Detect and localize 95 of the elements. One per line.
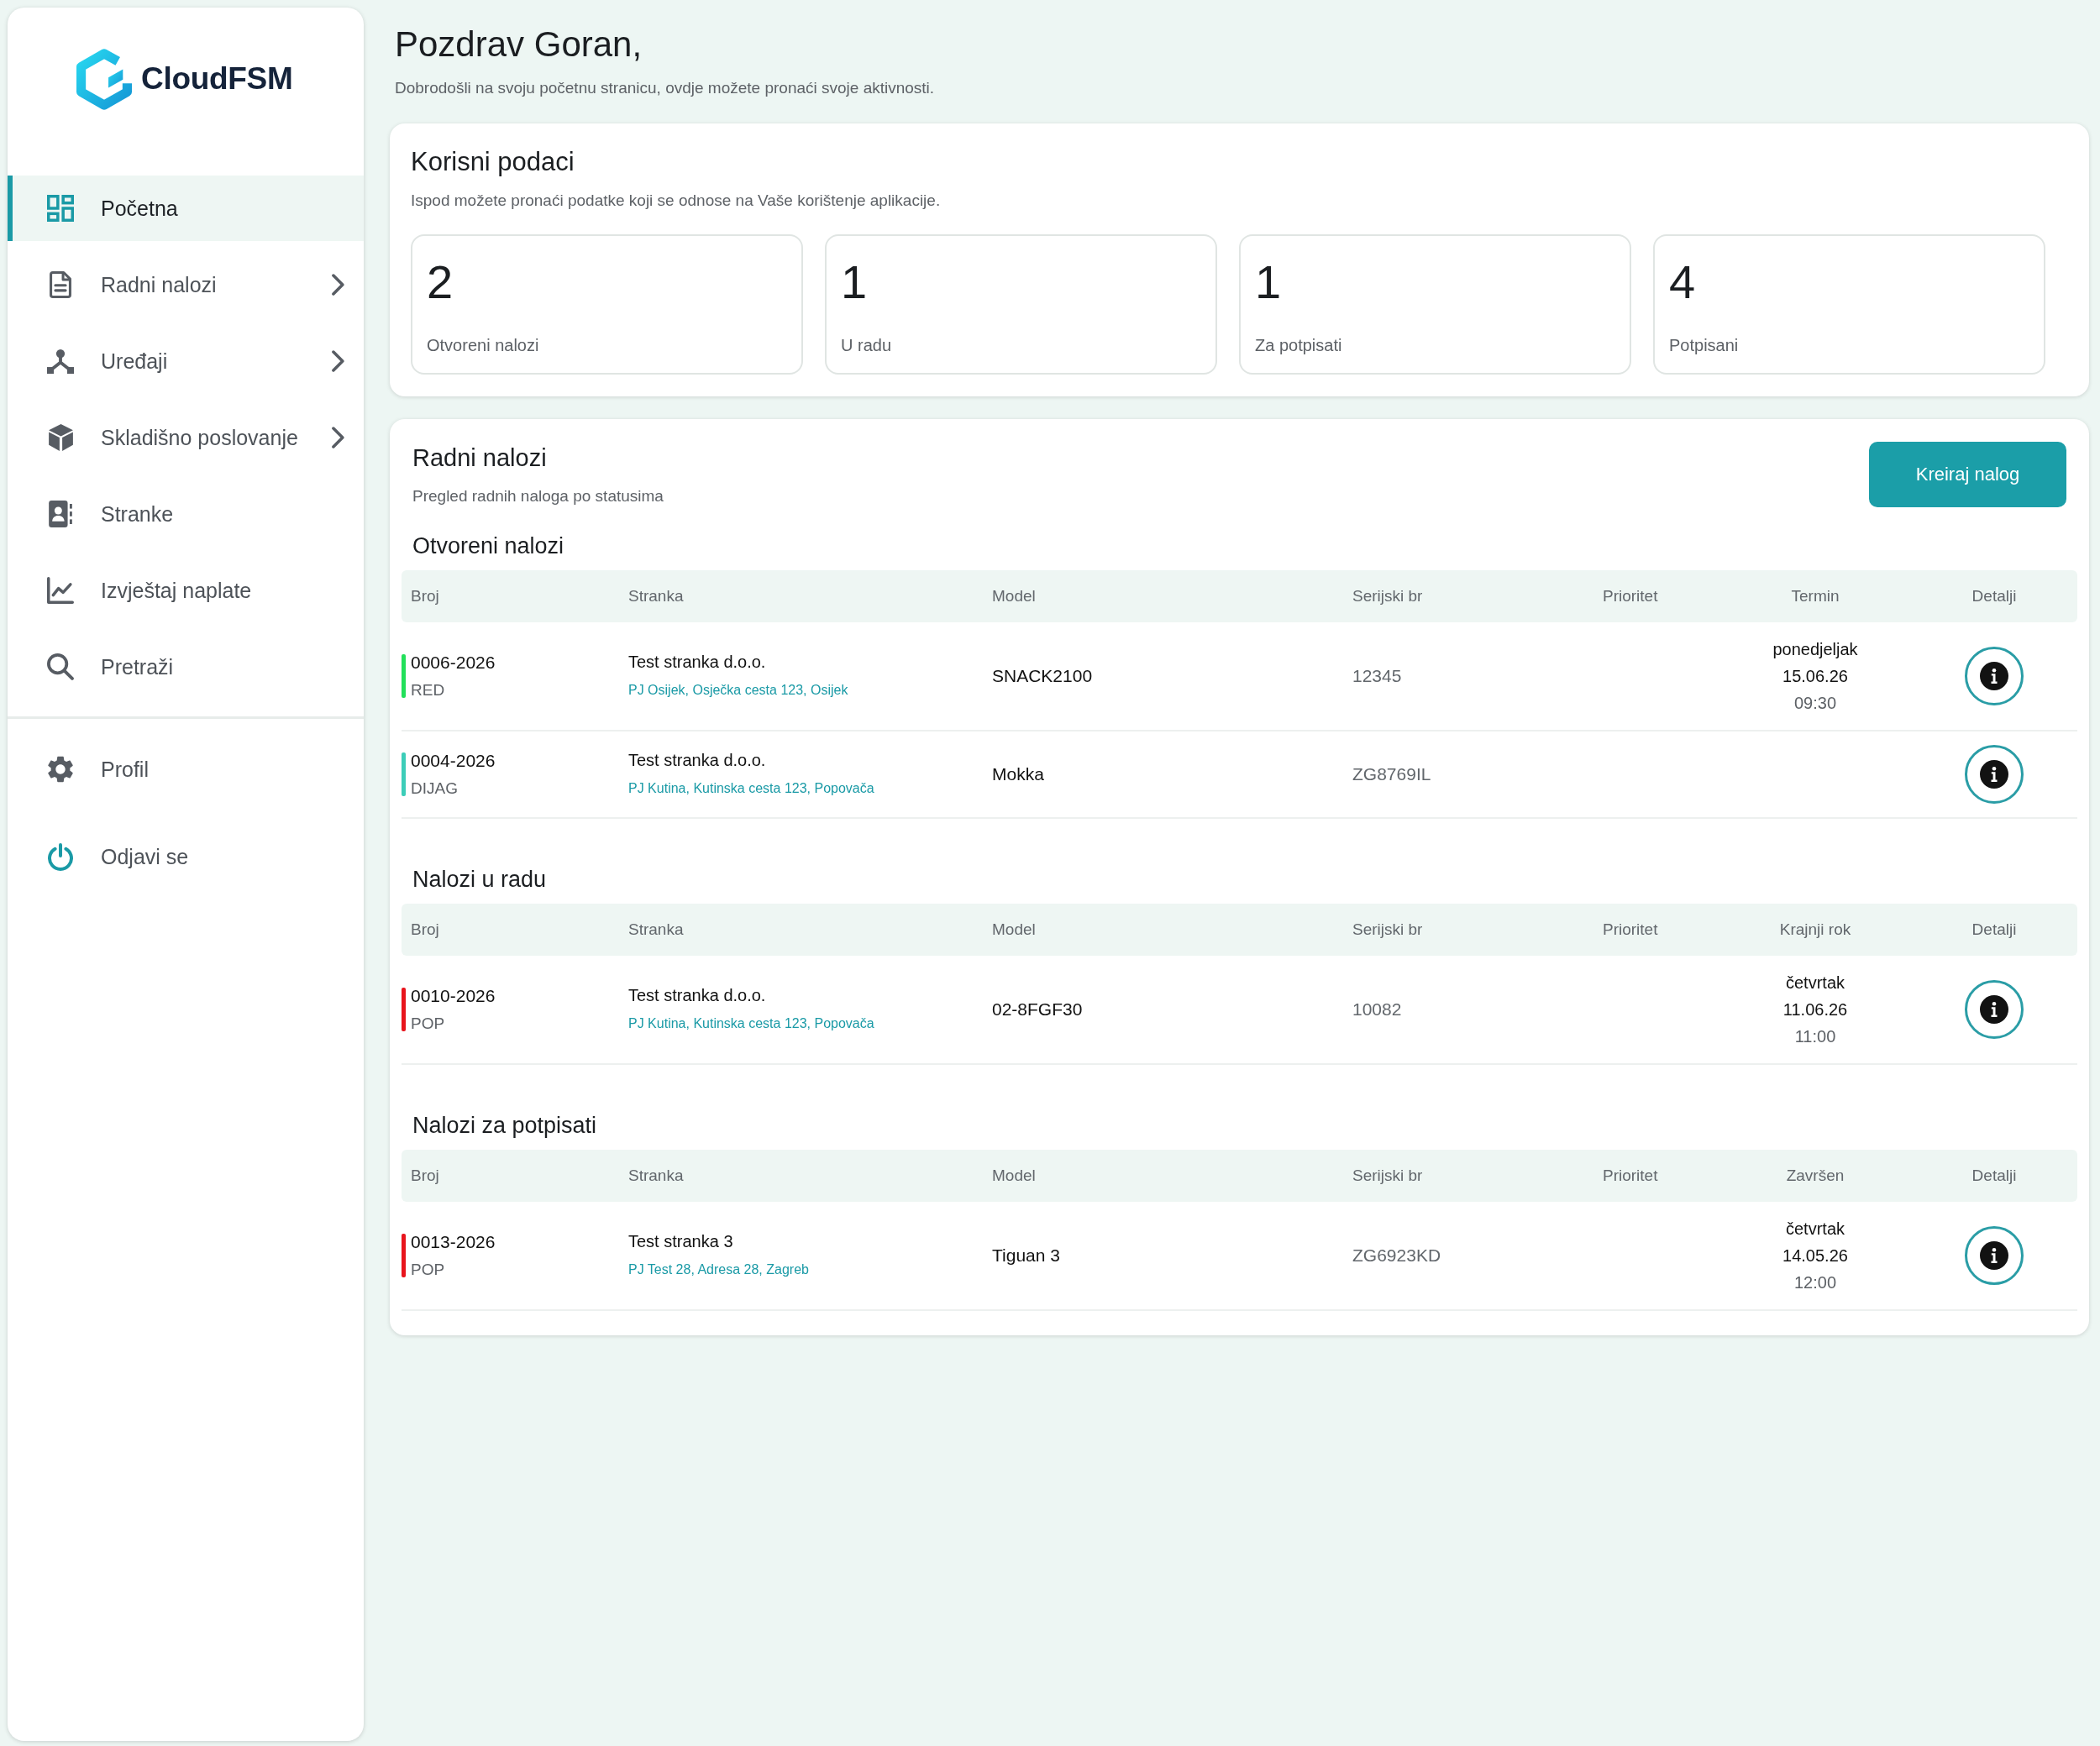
serial-number: 12345 bbox=[1352, 666, 1402, 686]
order-type: POP bbox=[411, 1014, 445, 1034]
client-name: Test stranka d.o.o. bbox=[628, 652, 766, 673]
column-header: Detalji bbox=[1971, 1167, 2017, 1185]
section-title: Nalozi u radu bbox=[412, 866, 547, 894]
card-title: Korisni podaci bbox=[411, 146, 575, 178]
client-name: Test stranka d.o.o. bbox=[628, 985, 766, 1006]
info-icon bbox=[1980, 1241, 2008, 1270]
settings-icon bbox=[48, 756, 73, 783]
stat-label: Potpisani bbox=[1669, 335, 1739, 355]
device-model: 02-8FGF30 bbox=[992, 999, 1083, 1020]
order-type: POP bbox=[411, 1260, 445, 1280]
card-subtitle: Pregled radnih naloga po statusima bbox=[412, 486, 664, 506]
schedule-day: četvrtak bbox=[1786, 1215, 1845, 1242]
section-title: Otvoreni nalozi bbox=[412, 532, 564, 560]
column-header: Detalji bbox=[1971, 920, 2017, 939]
column-header: Stranka bbox=[628, 920, 684, 939]
power-icon bbox=[48, 842, 73, 871]
order-number: 0006-2026 bbox=[411, 652, 496, 674]
nav-item[interactable]: Pretraži bbox=[8, 634, 364, 700]
info-icon bbox=[1980, 662, 2008, 690]
info-icon bbox=[1980, 995, 2008, 1024]
device-model: Mokka bbox=[992, 764, 1044, 784]
serial-number: ZG8769IL bbox=[1352, 764, 1431, 784]
column-header: Prioritet bbox=[1603, 587, 1658, 606]
logo-icon bbox=[76, 48, 132, 110]
logo-text: CloudFSM bbox=[141, 61, 293, 97]
cube-icon bbox=[48, 424, 73, 451]
schedule-time: 09:30 bbox=[1793, 693, 1837, 714]
card-title: Radni nalozi bbox=[412, 443, 547, 473]
document-icon bbox=[50, 271, 71, 298]
schedule-day: ponedjeljak bbox=[1772, 636, 1858, 663]
device-model: Tiguan 3 bbox=[992, 1245, 1060, 1266]
client-address: PJ Osijek, Osječka cesta 123, Osijek bbox=[628, 682, 848, 699]
client-name: Test stranka d.o.o. bbox=[628, 750, 766, 771]
column-header: Završen bbox=[1786, 1167, 1845, 1185]
column-header: Krajnji rok bbox=[1779, 920, 1851, 939]
device-model: SNACK2100 bbox=[992, 666, 1093, 686]
order-type: RED bbox=[411, 680, 445, 700]
stat-value: 4 bbox=[1669, 257, 1696, 307]
nav-item[interactable]: Stranke bbox=[8, 481, 364, 547]
order-number: 0010-2026 bbox=[411, 985, 496, 1007]
nav-item[interactable]: Radni nalozi bbox=[8, 252, 364, 317]
serial-number: 10082 bbox=[1352, 999, 1402, 1020]
column-header: Serijski br bbox=[1352, 1167, 1423, 1185]
order-type: DIJAG bbox=[411, 779, 458, 799]
column-header: Stranka bbox=[628, 587, 684, 606]
column-header: Termin bbox=[1791, 587, 1840, 606]
column-header: Model bbox=[992, 1167, 1036, 1185]
card-subtitle: Ispod možete pronaći podatke koji se odnose na Vaše korištenje aplikacije. bbox=[411, 191, 941, 211]
column-header: Prioritet bbox=[1603, 1167, 1658, 1185]
client-address: PJ Kutina, Kutinska cesta 123, Popovača bbox=[628, 780, 874, 797]
nav-item[interactable]: Odjavi se bbox=[8, 824, 364, 889]
greeting-subtitle: Dobrodošli na svoju početnu stranicu, ovdje možete pronaći svoje aktivnosti. bbox=[395, 78, 935, 98]
column-header: Stranka bbox=[628, 1167, 684, 1185]
nav-item[interactable]: Početna bbox=[8, 176, 364, 241]
dashboard-icon bbox=[47, 195, 74, 222]
column-header: Model bbox=[992, 587, 1036, 606]
nav-item[interactable]: Izvještaj naplate bbox=[8, 558, 364, 623]
nav-item[interactable]: Uređaji bbox=[8, 328, 364, 394]
column-header: Broj bbox=[411, 587, 439, 606]
schedule-date: 11.06.26 bbox=[1782, 999, 1848, 1020]
order-number: 0013-2026 bbox=[411, 1231, 496, 1253]
stat-value: 1 bbox=[841, 257, 868, 307]
section-title: Nalozi za potpisati bbox=[412, 1112, 597, 1140]
line-chart-icon bbox=[47, 576, 74, 605]
column-header: Prioritet bbox=[1603, 920, 1658, 939]
stat-label: U radu bbox=[841, 335, 892, 355]
nav-item[interactable]: Skladišno poslovanje bbox=[8, 405, 364, 470]
column-header: Broj bbox=[411, 1167, 439, 1185]
client-address: PJ Kutina, Kutinska cesta 123, Popovača bbox=[628, 1015, 874, 1032]
stat-value: 1 bbox=[1255, 257, 1282, 307]
stat-label: Otvoreni nalozi bbox=[427, 335, 539, 355]
schedule-day: četvrtak bbox=[1786, 969, 1845, 996]
schedule-time: 12:00 bbox=[1793, 1272, 1837, 1293]
nav-item[interactable]: Profil bbox=[8, 737, 364, 802]
contact-book-icon bbox=[49, 501, 72, 527]
schedule-time: 11:00 bbox=[1794, 1026, 1836, 1047]
network-icon bbox=[47, 348, 74, 375]
column-header: Model bbox=[992, 920, 1036, 939]
greeting-title: Pozdrav Goran, bbox=[395, 24, 643, 66]
stat-value: 2 bbox=[427, 257, 454, 307]
search-icon bbox=[47, 653, 74, 681]
client-name: Test stranka 3 bbox=[628, 1231, 733, 1252]
column-header: Serijski br bbox=[1352, 587, 1423, 606]
client-address: PJ Test 28, Adresa 28, Zagreb bbox=[628, 1261, 809, 1278]
order-number: 0004-2026 bbox=[411, 750, 496, 772]
schedule-date: 14.05.26 bbox=[1782, 1245, 1848, 1266]
column-header: Broj bbox=[411, 920, 439, 939]
column-header: Serijski br bbox=[1352, 920, 1423, 939]
schedule-date: 15.06.26 bbox=[1782, 666, 1848, 687]
stat-label: Za potpisati bbox=[1255, 335, 1342, 355]
serial-number: ZG6923KD bbox=[1352, 1245, 1441, 1266]
column-header: Detalji bbox=[1971, 587, 2017, 606]
info-icon bbox=[1980, 760, 2008, 789]
